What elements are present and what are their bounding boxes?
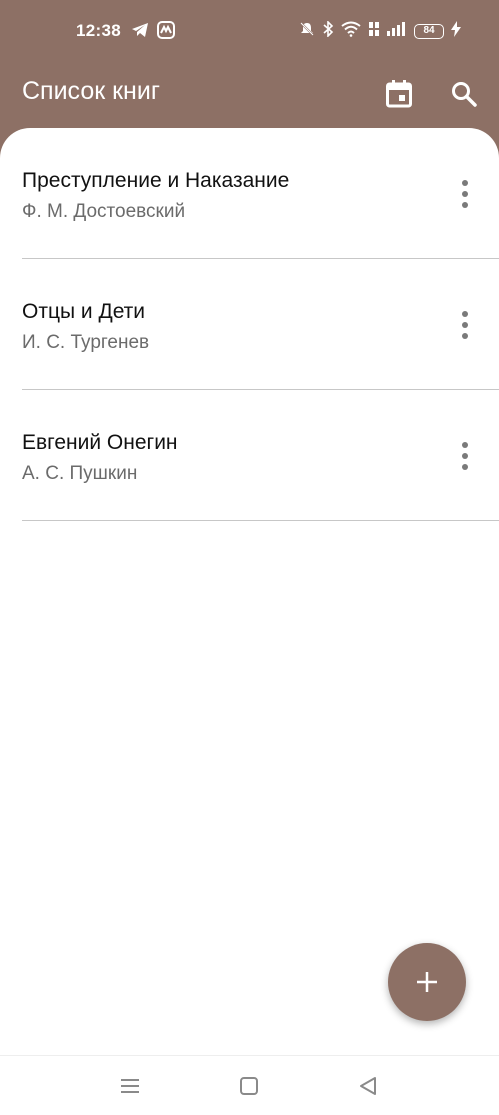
- status-left-icons: [131, 21, 175, 44]
- book-author: Ф. М. Достоевский: [22, 201, 186, 222]
- telegram-icon: [131, 22, 149, 43]
- more-options-icon[interactable]: [453, 438, 477, 474]
- book-title: Преступление и Наказание: [22, 169, 290, 192]
- app-notification-icon: [157, 21, 175, 44]
- volte-icon: [368, 21, 380, 42]
- list-item[interactable]: Отцы и Дети И. С. Тургенев: [22, 259, 499, 390]
- menu-icon[interactable]: [115, 1072, 145, 1100]
- signal-icon: [387, 22, 407, 41]
- app-bar: Список книг: [0, 64, 499, 128]
- page-title: Список книг: [22, 77, 160, 105]
- home-icon[interactable]: [234, 1072, 264, 1100]
- list-item[interactable]: Евгений Онегин А. С. Пушкин: [22, 390, 499, 521]
- more-options-icon[interactable]: [453, 176, 477, 212]
- wifi-icon: [341, 21, 361, 42]
- battery-icon: 84: [414, 24, 444, 39]
- book-title: Евгений Онегин: [22, 431, 178, 454]
- mute-icon: [299, 21, 315, 42]
- back-icon[interactable]: [353, 1072, 383, 1100]
- book-author: А. С. Пушкин: [22, 463, 138, 484]
- book-title: Отцы и Дети: [22, 300, 146, 323]
- bluetooth-icon: [322, 20, 334, 42]
- system-nav-bar: [0, 1055, 499, 1115]
- search-icon[interactable]: [446, 76, 482, 112]
- list-item[interactable]: Преступление и Наказание Ф. М. Достоевск…: [22, 128, 499, 259]
- charging-icon: [451, 21, 461, 42]
- book-list: Преступление и Наказание Ф. М. Достоевск…: [0, 128, 499, 1055]
- status-bar: 12:38 84: [0, 0, 499, 64]
- status-time: 12:38: [76, 21, 121, 40]
- book-author: И. С. Тургенев: [22, 332, 150, 353]
- more-options-icon[interactable]: [453, 307, 477, 343]
- add-book-button[interactable]: [388, 943, 466, 1021]
- plus-icon: [417, 972, 437, 992]
- status-right-icons: 84: [299, 20, 461, 42]
- calendar-icon[interactable]: [381, 76, 417, 112]
